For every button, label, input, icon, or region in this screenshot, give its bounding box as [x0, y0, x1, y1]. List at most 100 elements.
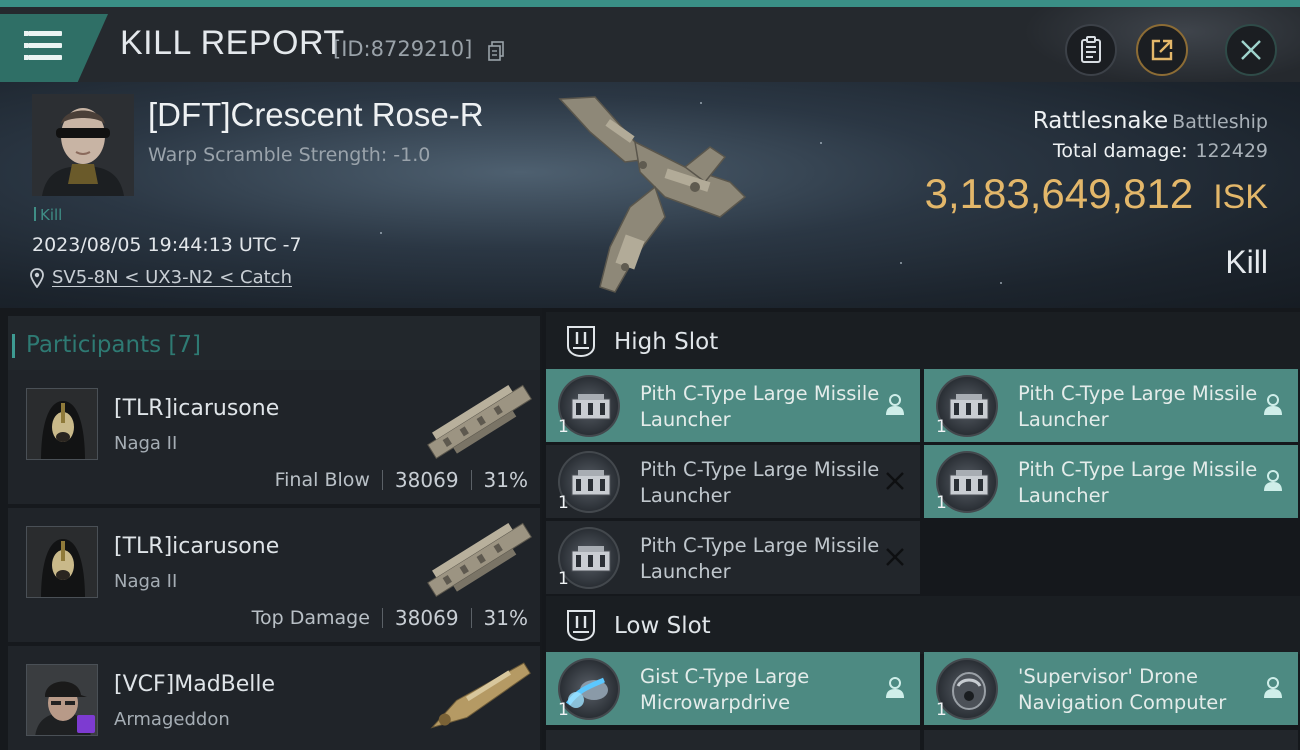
notes-icon	[1081, 36, 1101, 63]
participant-ship-image	[427, 522, 532, 597]
participant-percent: 31%	[483, 606, 528, 630]
participant-ship: Naga II	[114, 433, 178, 454]
destroyed-icon	[886, 472, 904, 490]
module-name: Pith C-Type Large Missile Launcher	[640, 458, 880, 507]
participant-avatar[interactable]	[26, 526, 98, 598]
participant-role: Top Damage	[251, 607, 370, 629]
kill-count-label: Kill	[40, 206, 63, 224]
module-name: Pith C-Type Large Missile Launcher	[640, 382, 880, 431]
total-damage: Total damage: 122429	[1053, 140, 1268, 162]
module-quantity: 1	[936, 700, 947, 720]
kill-banner: [DFT]Crescent Rose-R Warp Scramble Stren…	[0, 82, 1300, 308]
module-name: Pith C-Type Large Missile Launcher	[1018, 458, 1258, 507]
participant-row[interactable]: [TLR]icarusone Naga II Top Damage 38069 …	[8, 508, 540, 642]
ship-class: Battleship	[1172, 111, 1268, 133]
notes-button[interactable]	[1065, 24, 1117, 76]
module-item-partial[interactable]	[924, 730, 1298, 750]
share-button[interactable]	[1136, 24, 1188, 76]
participant-percent: 31%	[483, 468, 528, 492]
isk-amount: 3,183,649,812	[924, 170, 1194, 217]
close-button[interactable]	[1225, 24, 1277, 76]
module-image	[571, 394, 611, 420]
location-link[interactable]: SV5-8N < UX3-N2 < Catch	[52, 267, 292, 288]
module-image	[952, 672, 986, 710]
module-item[interactable]: 1 Pith C-Type Large Missile Launcher	[546, 521, 920, 594]
kill-tick	[34, 207, 36, 221]
module-item[interactable]: 1 Pith C-Type Large Missile Launcher	[924, 369, 1298, 442]
participant-portrait-image	[27, 389, 97, 459]
kill-count: Kill	[34, 206, 62, 224]
close-icon	[1241, 40, 1261, 60]
participant-row[interactable]: [VCF]MadBelle Armageddon	[8, 646, 540, 750]
participant-avatar[interactable]	[26, 388, 98, 460]
participant-name: [TLR]icarusone	[114, 534, 280, 559]
faction-badge	[77, 715, 95, 733]
star	[380, 232, 382, 234]
pilot-icon	[1264, 470, 1282, 491]
participants-header[interactable]: Participants [7]	[8, 316, 540, 372]
module-name: Gist C-Type Large Microwarpdrive	[640, 665, 810, 714]
participant-name: [TLR]icarusone	[114, 396, 280, 421]
result-label: Kill	[1225, 244, 1268, 280]
module-item[interactable]: 1 Pith C-Type Large Missile Launcher	[546, 369, 920, 442]
location-pin-icon	[30, 267, 44, 288]
pilot-icon	[1264, 677, 1282, 698]
pilot-icon	[1264, 394, 1282, 415]
high-slot-header: High Slot	[546, 312, 1300, 370]
participant-ship: Armageddon	[114, 709, 230, 730]
warp-scramble-strength: Warp Scramble Strength: -1.0	[148, 144, 431, 166]
separator	[381, 470, 383, 490]
participant-name: [VCF]MadBelle	[114, 672, 276, 697]
module-item[interactable]: 1 Gist C-Type Large Microwarpdrive	[546, 652, 920, 725]
participant-avatar[interactable]	[26, 664, 98, 736]
victim-ship-name[interactable]: Rattlesnake Battleship	[1033, 108, 1268, 134]
pilot-icon	[886, 394, 904, 415]
participant-stats: Top Damage 38069 31%	[252, 606, 528, 630]
participant-role: Final Blow	[274, 469, 370, 491]
copy-icon[interactable]	[488, 41, 504, 61]
kill-timestamp: 2023/08/05 19:44:13 UTC -7	[32, 234, 302, 256]
module-name: 'Supervisor' Drone Navigation Computer	[1018, 665, 1227, 714]
menu-button[interactable]	[0, 14, 108, 82]
page-title: KILL REPORT	[120, 24, 345, 62]
star	[820, 142, 822, 144]
module-quantity: 1	[558, 700, 569, 720]
module-quantity: 1	[936, 417, 947, 437]
victim-name[interactable]: [DFT]Crescent Rose-R	[148, 96, 484, 134]
module-item-partial[interactable]	[546, 730, 920, 750]
low-slot-header: Low Slot	[546, 596, 1300, 654]
high-slot-label: High Slot	[614, 329, 719, 355]
header-bar: KILL REPORT [ID:8729210]	[0, 0, 1300, 89]
share-icon	[1151, 39, 1173, 61]
participant-row[interactable]: [TLR]icarusone Naga II Final Blow 38069 …	[8, 370, 540, 504]
module-image	[949, 394, 989, 420]
victim-ship-image	[558, 96, 747, 293]
module-image	[571, 546, 611, 572]
module-item[interactable]: 1 Pith C-Type Large Missile Launcher	[924, 445, 1298, 518]
ship-name: Rattlesnake	[1032, 108, 1169, 134]
participant-stats: Final Blow 38069 31%	[275, 468, 528, 492]
module-name: Pith C-Type Large Missile Launcher	[640, 534, 880, 583]
separator	[470, 608, 472, 628]
module-quantity: 1	[558, 569, 569, 589]
module-image	[949, 470, 989, 496]
total-damage-label: Total damage:	[1053, 140, 1188, 162]
participants-panel[interactable]: Participants [7] [TLR]icarusone Naga II …	[0, 308, 542, 750]
module-item[interactable]: 1 'Supervisor' Drone Navigation Computer	[924, 652, 1298, 725]
kill-location[interactable]: SV5-8N < UX3-N2 < Catch	[30, 267, 292, 288]
total-damage-value: 122429	[1195, 140, 1268, 162]
participant-portrait-image	[27, 527, 97, 597]
participant-damage: 38069	[394, 468, 459, 492]
participant-ship-image	[430, 662, 531, 729]
menu-icon-bar	[24, 55, 62, 60]
menu-icon	[24, 31, 62, 36]
victim-portrait-image	[32, 94, 134, 196]
report-id: [ID:8729210]	[333, 37, 473, 61]
fitting-panel[interactable]: High Slot 1 Pith C-Type Large Missile La…	[542, 308, 1300, 750]
module-image	[571, 470, 611, 496]
isk-value: 3,183,649,812 ISK	[925, 170, 1268, 218]
victim-avatar[interactable]	[32, 94, 134, 196]
module-item[interactable]: 1 Pith C-Type Large Missile Launcher	[546, 445, 920, 518]
separator	[381, 608, 383, 628]
star	[900, 262, 902, 264]
